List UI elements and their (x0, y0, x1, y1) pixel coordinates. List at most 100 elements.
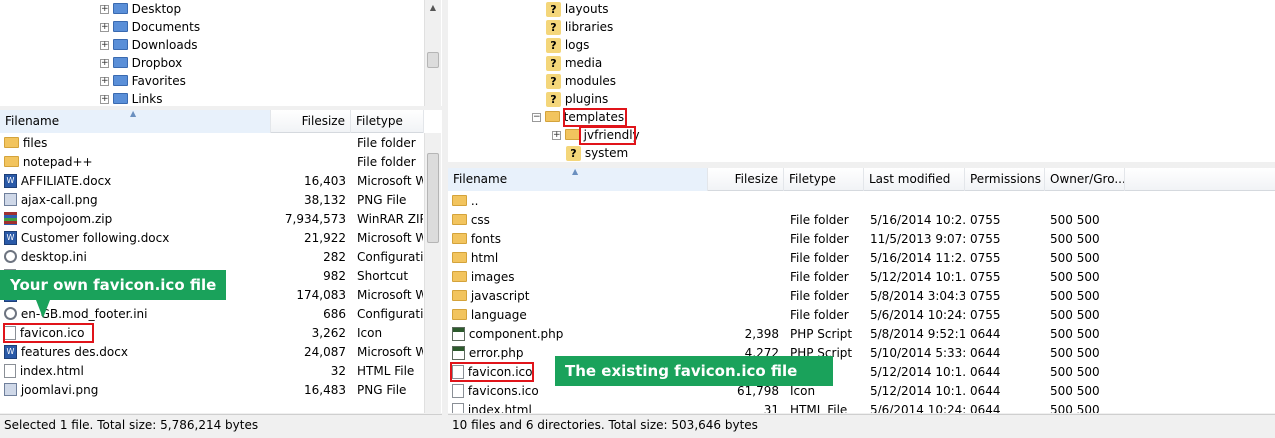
documents-icon (112, 21, 128, 32)
file-row[interactable]: files File folder (0, 134, 424, 153)
permissions: 0644 (970, 327, 1001, 341)
col-header-last-modified[interactable]: Last modified (864, 168, 965, 191)
col-header-filesize[interactable]: Filesize (708, 168, 784, 191)
remote-tree-item[interactable]: ? layouts (546, 0, 609, 18)
file-size (708, 211, 779, 230)
file-row[interactable]: desktop.ini 282 Configuratio (0, 248, 424, 267)
highlight-jvfriendly-folder (579, 126, 636, 145)
col-header-permissions[interactable]: Permissions (965, 168, 1045, 191)
col-header-owner-group[interactable]: Owner/Gro... (1045, 168, 1125, 191)
permissions (970, 192, 1045, 211)
col-header-filesize[interactable]: Filesize (271, 110, 351, 133)
local-tree-scrollbar[interactable]: ▲ (424, 0, 441, 106)
expand-icon[interactable]: + (552, 131, 561, 140)
col-header-filetype[interactable]: Filetype (784, 168, 864, 191)
local-tree-item[interactable]: + Downloads (100, 36, 198, 54)
permissions: 0755 (970, 232, 1001, 246)
file-row[interactable]: fonts File folder 11/5/2013 9:07:... 0755 50… (448, 230, 1275, 249)
remote-tree-item[interactable]: ? libraries (546, 18, 613, 36)
image-file-icon (4, 193, 17, 206)
file-row[interactable]: html File folder 5/16/2014 11:2... 0755 500 … (448, 249, 1275, 268)
file-row[interactable]: javascript File folder 5/8/2014 3:04:3... 0… (448, 287, 1275, 306)
local-tree-item[interactable]: + Documents (100, 18, 200, 36)
favorites-icon (112, 75, 128, 86)
owner-group (1050, 192, 1125, 211)
scroll-thumb[interactable] (427, 52, 439, 68)
file-size: 38,132 (304, 193, 346, 207)
tree-item-label: plugins (564, 92, 609, 106)
remote-tree-item[interactable]: ? media (546, 54, 602, 72)
highlight-remote-favicon (450, 362, 534, 382)
file-row[interactable]: W AFFILIATE.docx 16,403 Microsoft Wo (0, 172, 424, 191)
local-tree-item[interactable]: + Dropbox (100, 54, 182, 72)
file-size (708, 268, 779, 287)
local-tree-pane[interactable]: + Desktop + Documents + Downloads + Dropbox… (0, 0, 442, 106)
owner-group: 500 500 (1050, 403, 1100, 413)
owner-group: 500 500 (1050, 232, 1100, 246)
folder-icon (452, 271, 467, 282)
file-type: Microsoft Wo (357, 231, 423, 245)
local-tree-item[interactable]: + Links (100, 90, 162, 106)
file-row[interactable]: language File folder 5/6/2014 10:24:... 075… (448, 306, 1275, 325)
folder-icon (452, 252, 467, 263)
tree-item-label: Dropbox (131, 56, 183, 70)
file-type: File folder (790, 232, 849, 246)
scroll-up-arrow-icon[interactable]: ▲ (425, 0, 441, 16)
local-list-header: Filename Filesize Filetype ▲ (0, 110, 424, 133)
expand-icon[interactable]: + (100, 5, 109, 14)
file-row[interactable]: en-GB.mod_footer.ini686Configuratio (0, 305, 424, 324)
expand-icon[interactable]: + (100, 95, 109, 104)
callout-existing-favicon: The existing favicon.ico file (555, 356, 833, 386)
links-icon (112, 93, 128, 104)
remote-tree-item[interactable]: ? logs (546, 36, 589, 54)
expand-icon[interactable]: + (100, 41, 109, 50)
file-row[interactable]: compojoom.zip 7,934,573 WinRAR ZIP (0, 210, 424, 229)
file-type: WinRAR ZIP (357, 212, 423, 226)
desktop-icon (112, 3, 128, 14)
local-list-scrollbar[interactable] (424, 133, 441, 413)
scroll-thumb[interactable] (427, 153, 439, 243)
tree-item-label: logs (564, 38, 590, 52)
last-modified: 5/6/2014 10:24:... (870, 308, 965, 322)
file-type: File folder (790, 308, 849, 322)
dropbox-icon (112, 57, 128, 68)
file-row[interactable]: W Customer following.docx 21,922 Microsoft… (0, 229, 424, 248)
unknown-folder-icon: ? (546, 56, 561, 71)
file-name: css (470, 213, 490, 227)
remote-tree-item[interactable]: ? system (566, 144, 628, 162)
file-row[interactable]: images File folder 5/12/2014 10:1... 0755 50… (448, 268, 1275, 287)
highlight-local-favicon (3, 323, 94, 343)
file-size: 7,934,573 (284, 212, 346, 226)
file-name: fonts (470, 232, 501, 246)
file-row[interactable]: css File folder 5/16/2014 10:2... 0755 500 5… (448, 211, 1275, 230)
collapse-icon[interactable]: − (532, 113, 541, 122)
file-row[interactable]: notepad++ File folder (0, 153, 424, 172)
local-tree-item[interactable]: + Desktop (100, 0, 181, 18)
file-row[interactable]: W features des.docx 24,087 Microsoft Wo (0, 343, 424, 362)
file-type: Configuratio (357, 250, 423, 264)
owner-group: 500 500 (1050, 327, 1100, 341)
file-size (271, 134, 346, 153)
file-row[interactable]: .. (448, 192, 1275, 211)
file-type: Icon (357, 326, 383, 340)
remote-tree-item[interactable]: ? modules (546, 72, 616, 90)
file-row[interactable]: ajax-call.png 38,132 PNG File (0, 191, 424, 210)
word-document-icon: W (4, 230, 17, 245)
file-row[interactable]: joomlavi.png 16,483 PNG File (0, 381, 424, 400)
image-file-icon (4, 383, 17, 396)
file-row[interactable]: index.html 31 HTML File 5/6/2014 10:24:... 0… (448, 401, 1275, 413)
col-header-filetype[interactable]: Filetype (351, 110, 424, 133)
file-type: Shortcut (357, 269, 409, 283)
file-name: joomlavi.png (20, 383, 99, 397)
file-size: 16,483 (304, 383, 346, 397)
file-type: HTML File (357, 364, 415, 378)
local-tree-item[interactable]: + Favorites (100, 72, 186, 90)
remote-tree-item[interactable]: ? plugins (546, 90, 608, 108)
file-row[interactable]: index.html 32 HTML File (0, 362, 424, 381)
file-row[interactable]: component.php 2,398 PHP Script 5/8/2014 9:5… (448, 325, 1275, 344)
remote-tree-pane[interactable]: ? layouts? libraries? logs? media? modul… (448, 0, 1275, 162)
expand-icon[interactable]: + (100, 23, 109, 32)
last-modified: 5/12/2014 10:1... (870, 270, 965, 284)
expand-icon[interactable]: + (100, 59, 109, 68)
expand-icon[interactable]: + (100, 77, 109, 86)
